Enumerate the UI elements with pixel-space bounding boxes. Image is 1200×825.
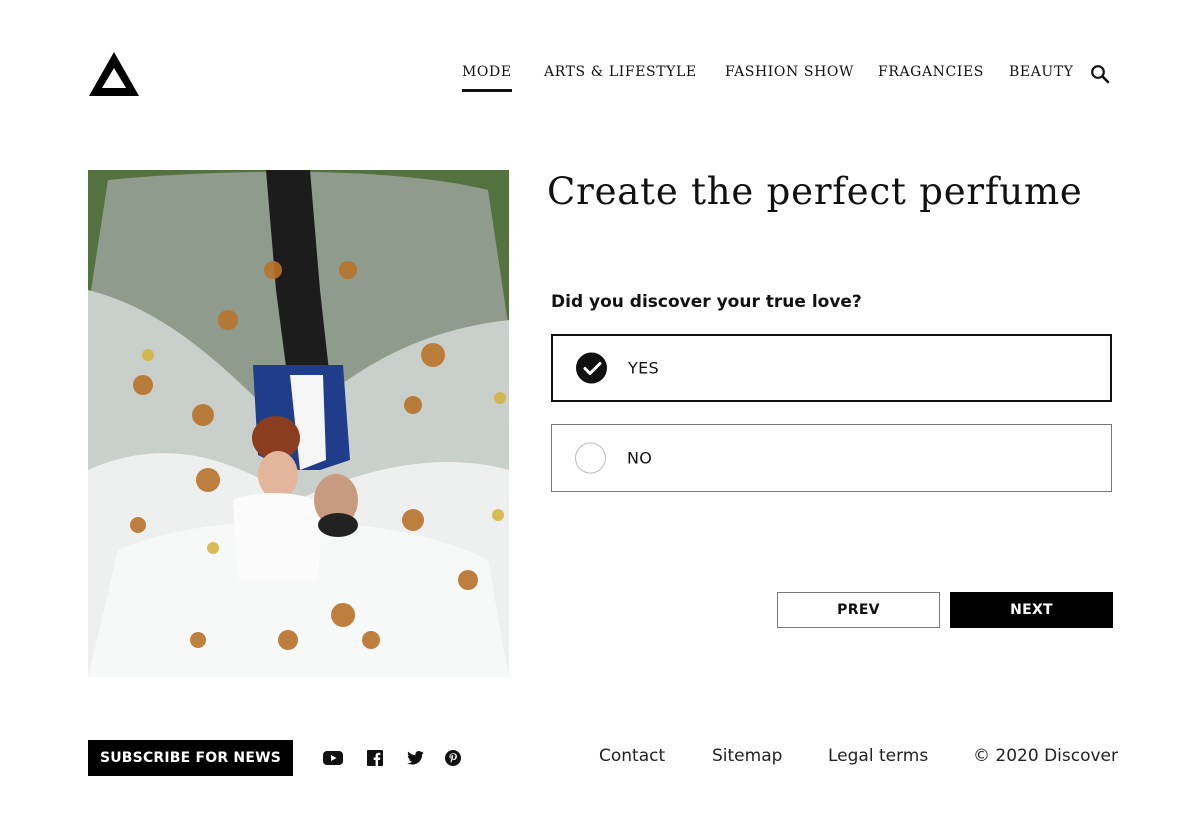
prev-button[interactable]: PREV bbox=[777, 592, 940, 628]
option-no-label: NO bbox=[627, 448, 653, 468]
checked-radio-icon[interactable] bbox=[576, 352, 607, 384]
subscribe-button[interactable]: SUBSCRIBE FOR NEWS bbox=[88, 740, 293, 776]
option-no[interactable]: NO bbox=[551, 424, 1112, 492]
footer-link-legal-terms[interactable]: Legal terms bbox=[828, 746, 928, 766]
facebook-icon[interactable] bbox=[365, 748, 385, 768]
nav-item-arts-lifestyle[interactable]: ARTS & LIFESTYLE bbox=[544, 64, 697, 80]
search-icon[interactable] bbox=[1090, 64, 1110, 84]
option-yes[interactable]: YES bbox=[551, 334, 1112, 402]
hero-image bbox=[88, 170, 509, 677]
footer-link-contact[interactable]: Contact bbox=[599, 746, 665, 766]
triangle-logo[interactable] bbox=[88, 51, 140, 97]
youtube-icon[interactable] bbox=[323, 748, 343, 768]
nav-item-fragancies[interactable]: FRAGANCIES bbox=[878, 64, 984, 80]
twitter-icon[interactable] bbox=[405, 748, 425, 768]
main-nav: MODE ARTS & LIFESTYLE FASHION SHOW FRAGA… bbox=[462, 64, 1112, 94]
page-title: Create the perfect perfume bbox=[547, 170, 1083, 213]
pinterest-icon[interactable] bbox=[443, 748, 463, 768]
nav-item-mode[interactable]: MODE bbox=[462, 64, 512, 92]
nav-item-fashion-show[interactable]: FASHION SHOW bbox=[725, 64, 854, 80]
unchecked-radio-icon[interactable] bbox=[575, 442, 606, 474]
nav-item-beauty[interactable]: BEAUTY bbox=[1009, 64, 1074, 80]
copyright-text: © 2020 Discover bbox=[973, 746, 1118, 766]
question-label: Did you discover your true love? bbox=[551, 292, 862, 312]
footer-link-sitemap[interactable]: Sitemap bbox=[712, 746, 782, 766]
next-button[interactable]: NEXT bbox=[950, 592, 1113, 628]
option-yes-label: YES bbox=[628, 358, 659, 378]
